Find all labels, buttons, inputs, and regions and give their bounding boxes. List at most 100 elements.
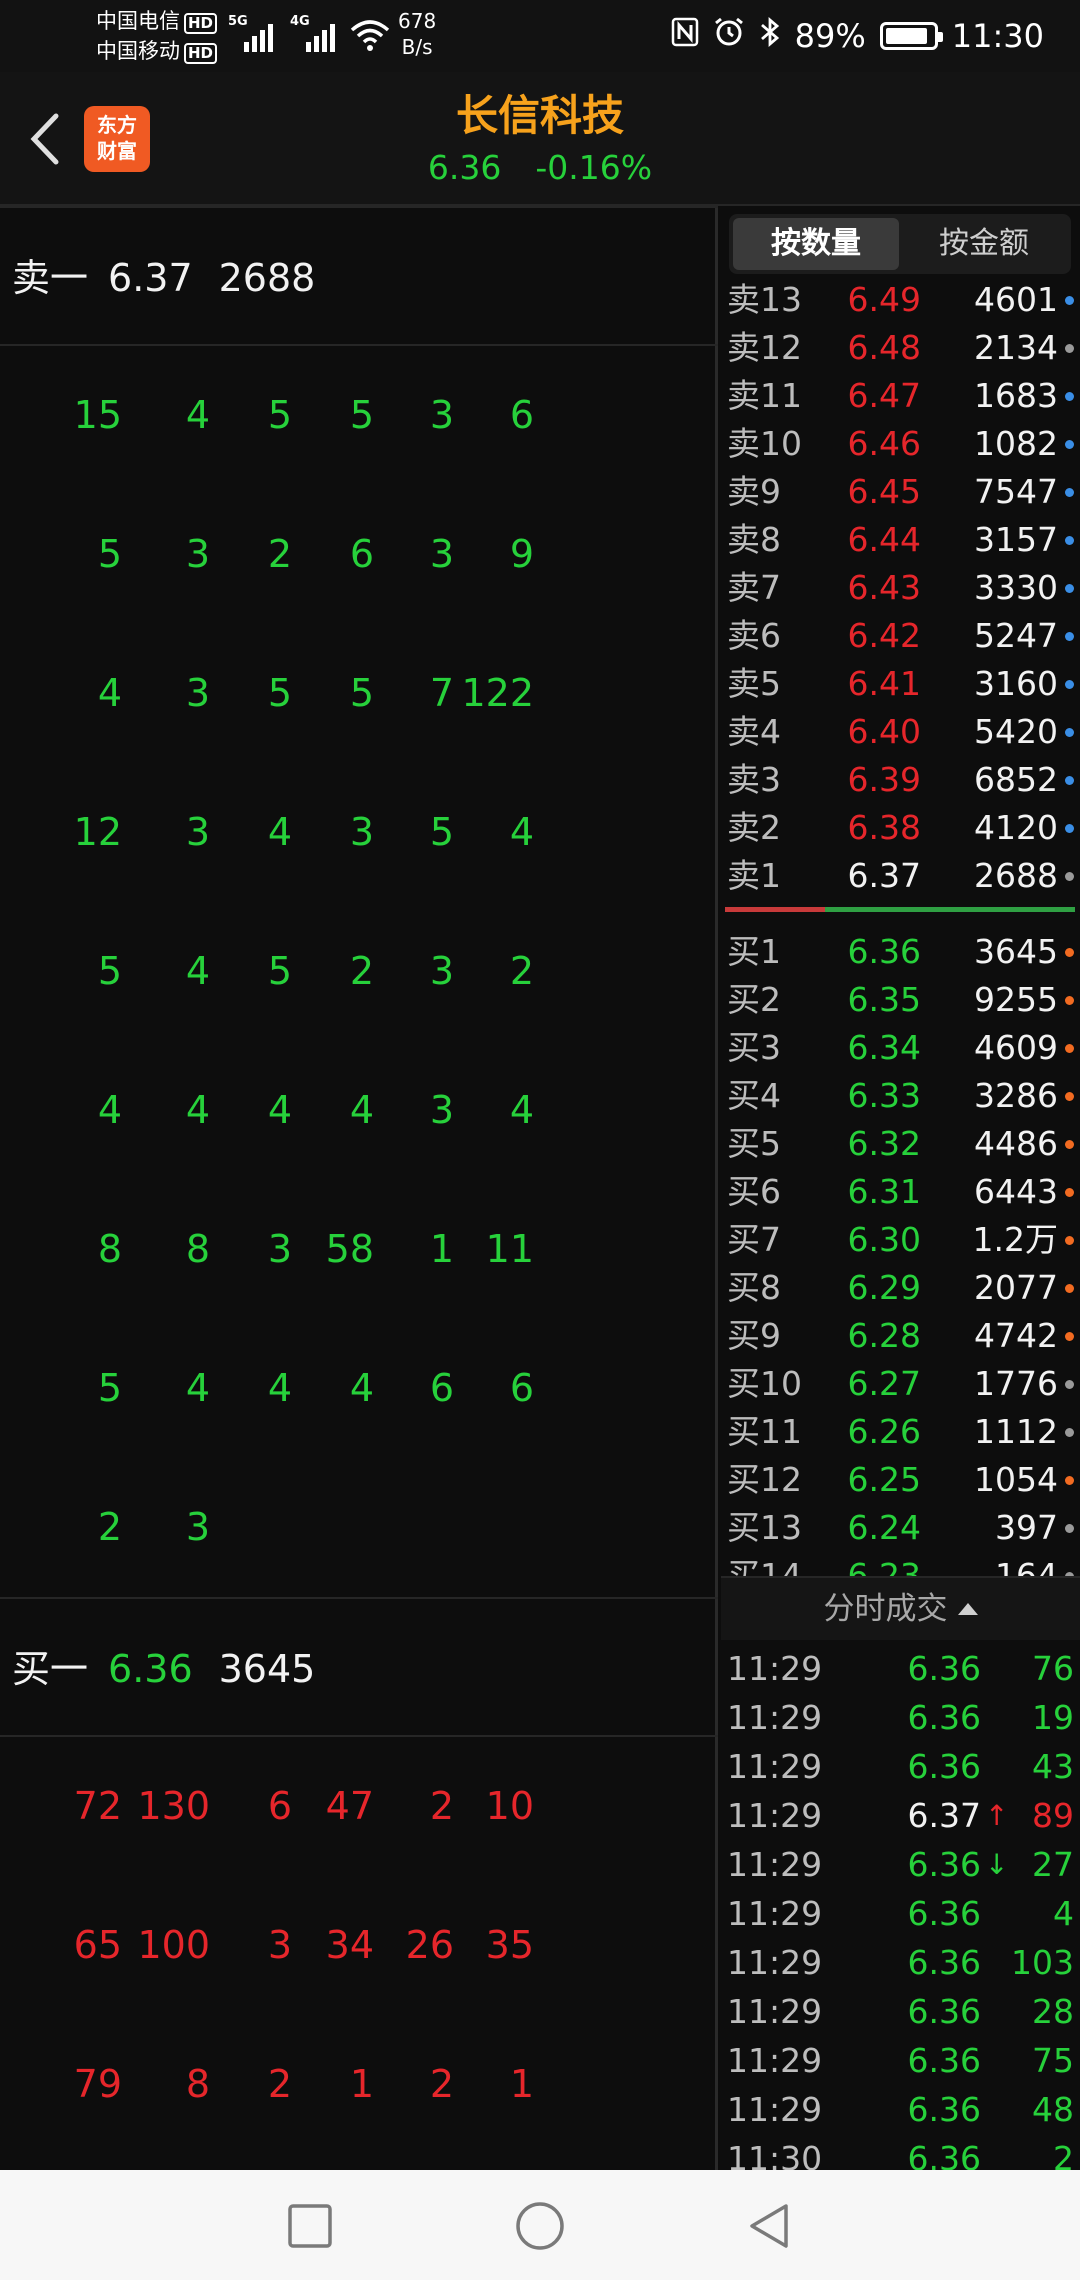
stock-price: 6.36 [427,148,502,187]
level-indicator-dot-icon [1065,1332,1074,1341]
order-book-level[interactable]: 卖11 6.47 1683 [721,372,1080,420]
order-book-level[interactable]: 卖5 6.41 3160 [721,660,1080,708]
tick-row: 11:29 6.36 75 [721,2036,1080,2085]
level-label: 买4 [727,1076,781,1115]
order-book-level[interactable]: 卖3 6.39 6852 [721,756,1080,804]
level-label: 卖10 [727,424,802,463]
tick-price: 6.36 [907,1943,981,1982]
recent-apps-button[interactable] [282,2198,338,2254]
order-book-level[interactable]: 卖2 6.38 4120 [721,804,1080,852]
buy1-price: 6.36 [108,1647,193,1691]
level-price: 6.42 [847,616,921,655]
level-volume: 3286 [974,1076,1058,1115]
sell1-label: 卖一 [12,256,89,300]
back-nav-button[interactable] [742,2198,798,2254]
order-book-level[interactable]: 卖7 6.43 3330 [721,564,1080,612]
level-indicator-dot-icon [1065,1524,1074,1533]
level-volume: 7547 [974,472,1058,511]
order-book-level[interactable]: 买13 6.24 397 [721,1504,1080,1552]
order-book-level[interactable]: 买9 6.28 4742 [721,1312,1080,1360]
queue-order-size: 6 [509,393,534,437]
level-price: 6.37 [847,856,921,895]
order-book-level[interactable]: 卖1 6.37 2688 [721,852,1080,900]
buy1-row[interactable]: 买一 6.36 3645 [0,1597,718,1737]
hd-badge-2: HD [184,43,218,64]
tab-by-quantity[interactable]: 按数量 [733,218,899,270]
order-book-level[interactable]: 卖10 6.46 1082 [721,420,1080,468]
order-book-level[interactable]: 买5 6.32 4486 [721,1120,1080,1168]
level-volume: 4120 [974,808,1058,847]
order-book-level[interactable]: 卖4 6.40 5420 [721,708,1080,756]
level-label: 卖3 [727,760,781,799]
order-book-level[interactable]: 买8 6.29 2077 [721,1264,1080,1312]
level-label: 买7 [727,1220,781,1259]
tab-by-amount[interactable]: 按金额 [901,218,1067,270]
tick-volume: 76 [1032,1649,1074,1688]
queue-row: 72 130 6 47 2 10 [0,1737,718,1876]
level-indicator-dot-icon [1065,584,1074,593]
level-price: 6.38 [847,808,921,847]
buy1-label: 买一 [12,1647,89,1691]
level-price: 6.26 [847,1412,921,1451]
level-label: 卖11 [727,376,802,415]
level-label: 卖8 [727,520,781,559]
level-price: 6.35 [847,980,921,1019]
tick-time: 11:29 [727,1943,823,1982]
level-label: 卖6 [727,616,781,655]
order-book-level[interactable]: 买11 6.26 1112 [721,1408,1080,1456]
queue-row: 23 [0,1458,718,1597]
buy-levels-scroll[interactable]: 买1 6.36 3645 买2 6.35 9255 买3 6.34 4609 买4 6.33 3286… [721,928,1080,1576]
tick-price: 6.36 [907,1992,981,2031]
level-volume: 3157 [974,520,1058,559]
order-book-level[interactable]: 买4 6.33 3286 [721,1072,1080,1120]
level-price: 6.24 [847,1508,921,1547]
ticks-header[interactable]: 分时成交 [721,1576,1080,1640]
tick-time: 11:29 [727,2041,823,2080]
level-indicator-dot-icon [1065,824,1074,833]
net-speed: 678 B/s [398,8,436,60]
level-label: 买1 [727,932,781,971]
level-volume: 1054 [974,1460,1058,1499]
queue-order-size: 3 [185,1505,210,1549]
level-indicator-dot-icon [1065,996,1074,1005]
order-book-level[interactable]: 买10 6.27 1776 [721,1360,1080,1408]
level-volume: 2688 [974,856,1058,895]
order-book-level[interactable]: 卖13 6.49 4601 [721,276,1080,324]
level-label: 卖7 [727,568,781,607]
order-book-level[interactable]: 买14 6.23 164 [721,1552,1080,1576]
sell-queue-grid: 15 4 5 5 3 6 5 3 2 6 3 9 4 3 5 5 7 122 12 3 4 3 5 4 5 4 5 2 3 2 4 4 4 4 3 4… [0,346,718,1597]
level-indicator-dot-icon [1065,776,1074,785]
level-label: 买5 [727,1124,781,1163]
level-label: 买6 [727,1172,781,1211]
order-book-level[interactable]: 卖8 6.44 3157 [721,516,1080,564]
tick-time: 11:29 [727,1698,823,1737]
order-book-level[interactable]: 买1 6.36 3645 [721,928,1080,976]
order-book-level[interactable]: 卖6 6.42 5247 [721,612,1080,660]
level-price: 6.36 [847,932,921,971]
level-indicator-dot-icon [1065,1284,1074,1293]
order-book-level[interactable]: 买7 6.30 1.2万 [721,1216,1080,1264]
level-indicator-dot-icon [1065,1188,1074,1197]
home-button[interactable] [512,2198,568,2254]
queue-order-size: 9 [509,532,534,576]
order-book-level[interactable]: 卖12 6.48 2134 [721,324,1080,372]
order-book-level[interactable]: 买3 6.34 4609 [721,1024,1080,1072]
level-label: 卖9 [727,472,781,511]
level-volume: 1776 [974,1364,1058,1403]
tick-row: 11:29 6.36 19 [721,1693,1080,1742]
tick-time: 11:29 [727,1747,823,1786]
buy-queue-grid: 72 130 6 47 2 10 65 100 3 34 26 35 79 8 2 1 2 1 [0,1737,718,2154]
level-price: 6.30 [847,1220,921,1259]
sell1-row[interactable]: 卖一 6.37 2688 [0,206,718,346]
level-price: 6.29 [847,1268,921,1307]
level-label: 买3 [727,1028,781,1067]
tick-row: 11:29 6.36 103 [721,1938,1080,1987]
order-book-level[interactable]: 买2 6.35 9255 [721,976,1080,1024]
order-book-level[interactable]: 买12 6.25 1054 [721,1456,1080,1504]
level-price: 6.44 [847,520,921,559]
order-book-level[interactable]: 卖9 6.45 7547 [721,468,1080,516]
order-book-level[interactable]: 买6 6.31 6443 [721,1168,1080,1216]
caret-up-icon [957,1603,978,1615]
tick-price: 6.36 [907,1698,981,1737]
level-label: 卖13 [727,280,802,319]
